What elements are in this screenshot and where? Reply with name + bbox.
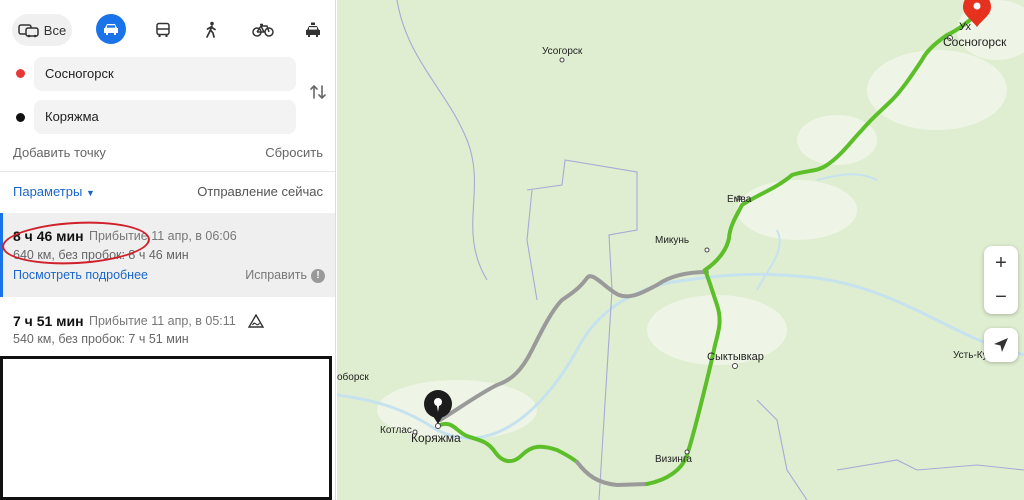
mode-bus-button[interactable] (148, 14, 178, 46)
mode-bike-button[interactable] (248, 14, 278, 46)
zoom-controls: + − (984, 246, 1018, 314)
mode-walk-button[interactable] (196, 14, 226, 46)
city-label-usogorsk: Усогорск (542, 46, 583, 57)
city-label-kotlas: Котлас (380, 425, 412, 436)
city-label-koryazhma: Коряжма (411, 431, 461, 445)
city-label-vychegodsky: оборск (337, 371, 369, 383)
route-details-link[interactable]: Посмотреть подробнее (13, 268, 148, 282)
point-actions: Добавить точку Сбросить (13, 145, 323, 160)
transport-modes: Все (12, 14, 327, 46)
route-fix-link[interactable]: Исправить (245, 268, 307, 282)
to-input[interactable]: Коряжма (34, 100, 296, 134)
location-arrow-icon (994, 338, 1008, 352)
map-view[interactable]: Сосногорск Ух Усогорск Емва Микунь Сыкты… (337, 0, 1024, 500)
params-dropdown[interactable]: Параметры ▼ (13, 184, 95, 199)
zoom-in-button[interactable]: + (984, 246, 1018, 280)
from-input[interactable]: Сосногорск (34, 57, 296, 91)
all-transport-icon (18, 24, 39, 38)
city-label-sosnogorsk: Сосногорск (943, 35, 1007, 49)
mode-taxi-button[interactable] (298, 14, 328, 46)
departure-link[interactable]: Отправление сейчас (197, 184, 323, 199)
mode-all-button[interactable]: Все (12, 14, 72, 46)
locate-button[interactable] (984, 328, 1018, 362)
city-label-mikun: Микунь (655, 235, 689, 246)
warning-road-icon (248, 314, 264, 328)
bike-icon (252, 23, 274, 37)
divider (0, 171, 335, 172)
taxi-icon (306, 22, 320, 37)
params-label: Параметры (13, 184, 83, 199)
car-icon (104, 24, 118, 35)
chevron-down-icon: ▼ (85, 188, 95, 198)
redacted-area (0, 356, 332, 500)
route-panel: Все Сосногорск Коряжма Добавить точку Сб… (0, 0, 336, 500)
walk-icon (206, 21, 216, 38)
route-option-2[interactable]: 7 ч 51 мин Прибытие 11 апр, в 05:11 540 … (0, 300, 335, 356)
route-distance: 540 км, без пробок: 7 ч 51 мин (13, 332, 189, 346)
add-point-link[interactable]: Добавить точку (13, 145, 106, 160)
city-label-vizinga: Визинга (655, 454, 692, 465)
bus-icon (156, 22, 170, 37)
reset-link[interactable]: Сбросить (265, 145, 323, 160)
city-label-ukhta: Ух (959, 21, 971, 33)
city-label-emva: Емва (727, 194, 752, 205)
mode-car-button[interactable] (96, 14, 126, 44)
route-arrival: Прибытие 11 апр, в 05:11 (89, 314, 236, 328)
zoom-out-button[interactable]: − (984, 280, 1018, 314)
mode-all-label: Все (43, 22, 67, 38)
to-dot (16, 113, 25, 122)
city-label-syktyvkar: Сыктывкар (707, 351, 764, 363)
swap-icon[interactable] (308, 82, 328, 102)
from-dot (16, 69, 25, 78)
locate-control (984, 328, 1018, 362)
route-time: 7 ч 51 мин (13, 313, 84, 329)
map-canvas: Сосногорск Ух Усогорск Емва Микунь Сыкты… (337, 0, 1024, 500)
info-icon[interactable]: ! (311, 269, 325, 283)
